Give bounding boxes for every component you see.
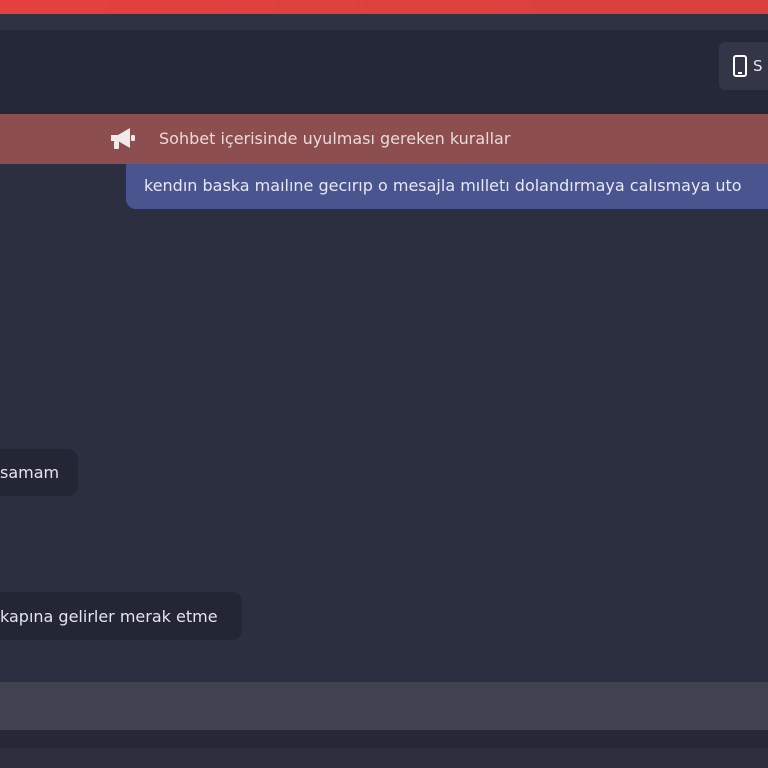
mobile-app-button[interactable]: S <box>719 42 768 90</box>
smartphone-icon <box>733 55 747 77</box>
rules-banner-text: Sohbet içerisinde uyulması gereken kural… <box>159 129 511 148</box>
chat-header <box>0 30 768 114</box>
megaphone-icon <box>111 128 135 149</box>
chat-page: S Sohbet içerisinde uyulması gereken kur… <box>0 0 768 768</box>
chat-message-text: kapına gelirler merak etme <box>0 606 218 626</box>
mobile-app-button-label: S <box>753 57 763 75</box>
top-accent-shadow <box>0 14 768 30</box>
top-accent-bar <box>0 0 768 14</box>
chat-message-bubble: samam <box>0 449 78 496</box>
rules-message: kendın baska maılıne gecırıp o mesajla m… <box>126 164 768 209</box>
chat-message-bubble: kapına gelirler merak etme <box>0 592 242 640</box>
rules-banner[interactable]: Sohbet içerisinde uyulması gereken kural… <box>0 114 768 164</box>
page-footer-strip <box>0 748 768 768</box>
chat-message-text: samam <box>0 463 60 482</box>
message-input-bar[interactable] <box>0 682 768 730</box>
